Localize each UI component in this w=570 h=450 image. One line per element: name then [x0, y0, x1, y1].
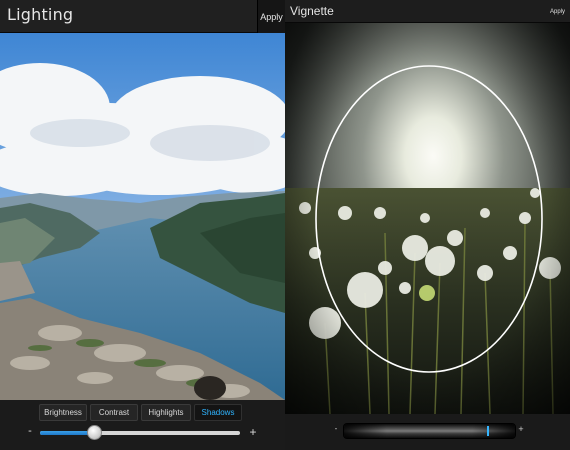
vignette-increase-button[interactable]: +	[517, 424, 525, 436]
wheel-marker	[486, 426, 489, 436]
increase-button[interactable]: +	[248, 425, 258, 439]
vignette-title-bar: Vignette Apply	[285, 0, 570, 23]
wheel-shading	[344, 424, 515, 438]
lighting-title-bar: Lighting Apply	[0, 0, 285, 33]
lighting-panel: Lighting Apply Brightness Contrast Highl…	[0, 0, 285, 450]
vignette-panel: Vignette Apply - +	[285, 0, 570, 450]
tab-contrast[interactable]: Contrast	[90, 404, 138, 421]
vignette-title: Vignette	[290, 4, 334, 18]
fjord-photo	[0, 33, 285, 400]
lighting-title: Lighting	[7, 5, 74, 24]
vignette-strength-wheel[interactable]	[343, 423, 516, 439]
slider-thumb[interactable]	[87, 425, 102, 440]
lighting-apply-button[interactable]: Apply	[257, 0, 285, 33]
vignette-decrease-button[interactable]: -	[332, 424, 340, 436]
shadows-slider[interactable]	[40, 425, 240, 440]
lighting-tabs: Brightness Contrast Highlights Shadows	[39, 404, 242, 421]
tab-shadows[interactable]: Shadows	[194, 404, 242, 421]
decrease-button[interactable]: -	[25, 425, 35, 439]
tab-highlights[interactable]: Highlights	[141, 404, 191, 421]
vignette-apply-button[interactable]: Apply	[545, 0, 570, 23]
tab-brightness[interactable]: Brightness	[39, 404, 87, 421]
dandelion-photo	[285, 23, 570, 414]
slider-fill	[40, 431, 94, 435]
